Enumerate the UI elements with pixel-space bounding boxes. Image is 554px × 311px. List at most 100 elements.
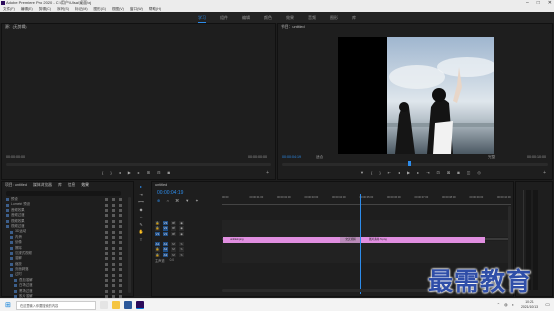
master-volume[interactable]: 0.0 [170, 258, 174, 262]
clip-image-5[interactable]: 图片素材-5.png [361, 237, 485, 243]
add-marker-icon[interactable]: ▼ [185, 198, 189, 203]
mark-in-icon[interactable]: { [371, 170, 372, 175]
nest-icon[interactable]: ⊕ [157, 198, 160, 203]
track-lock-icon[interactable]: 🔒 [155, 247, 160, 252]
track-target[interactable]: V1 [163, 231, 168, 236]
source-patch-a1[interactable]: A1 [155, 241, 160, 246]
lift-icon[interactable]: ⊡ [436, 170, 439, 175]
mute-icon[interactable]: M [171, 241, 176, 246]
eye-icon[interactable]: ◉ [179, 226, 184, 231]
audio-track-lanes[interactable] [222, 241, 511, 263]
insert-icon[interactable]: ⊞ [147, 170, 150, 175]
timeline-playhead[interactable] [360, 194, 362, 294]
source-patch-v1[interactable]: V1 [155, 231, 160, 236]
volume-icon[interactable]: ◖ [512, 302, 514, 307]
go-to-in-icon[interactable]: ⇤ [388, 170, 391, 175]
workspace-editing[interactable]: 编辑 [242, 12, 250, 23]
timeline-tab[interactable]: untitled [152, 182, 513, 189]
tab-libraries[interactable]: 库 [58, 182, 62, 189]
step-forward-icon[interactable]: ▸ [417, 170, 419, 175]
compare-icon[interactable]: ◫ [467, 170, 471, 175]
network-icon[interactable]: ◍ [504, 302, 508, 307]
solo-icon[interactable]: S [179, 241, 184, 246]
solo-icon[interactable]: S [179, 252, 184, 257]
workspace-assembly[interactable]: 组件 [220, 12, 228, 23]
tab-media-browser[interactable]: 媒体浏览器 [33, 182, 52, 189]
timeline-timecode[interactable]: 00:00:04:19 [157, 190, 183, 196]
export-frame-icon[interactable]: ◙ [168, 170, 170, 175]
program-add-button-icon[interactable]: + [543, 170, 546, 176]
step-back-icon[interactable]: ◂ [398, 170, 400, 175]
program-fit-dropdown[interactable]: 适合 [316, 155, 323, 160]
sync-icon[interactable]: ⇄ [171, 231, 176, 236]
mute-icon[interactable]: M [171, 252, 176, 257]
go-to-out-icon[interactable]: ⇥ [426, 170, 429, 175]
track-target[interactable]: A1 [163, 241, 168, 246]
mark-out-icon[interactable]: } [379, 170, 380, 175]
source-scrubber[interactable] [6, 163, 271, 166]
workspace-libraries[interactable]: 库 [352, 12, 356, 23]
snap-icon[interactable]: ∩ [166, 198, 169, 203]
play-icon[interactable]: ▶ [407, 170, 410, 175]
program-timecode-current[interactable]: 00:00:04:19 [282, 155, 301, 159]
linked-selection-icon[interactable]: ⌘ [175, 198, 179, 203]
selection-tool-icon[interactable]: ▸ [138, 184, 144, 190]
windows-start-icon[interactable]: ⊞ [5, 302, 11, 309]
premiere-taskbar-icon[interactable] [136, 301, 144, 309]
pen-tool-icon[interactable]: ✎ [138, 222, 144, 228]
file-explorer-icon[interactable] [112, 301, 120, 309]
sync-icon[interactable]: ⇄ [171, 220, 176, 225]
notification-icon[interactable]: ▭ [545, 302, 550, 308]
sync-icon[interactable]: ⇄ [171, 226, 176, 231]
overwrite-icon[interactable]: ⊟ [157, 170, 160, 175]
hand-tool-icon[interactable]: ✋ [138, 229, 144, 235]
track-target[interactable]: A2 [163, 247, 168, 252]
eye-icon[interactable]: ◉ [179, 220, 184, 225]
workspace-audio[interactable]: 音频 [308, 12, 316, 23]
eye-icon[interactable]: ◉ [179, 231, 184, 236]
tab-info[interactable]: 信息 [68, 182, 76, 189]
tab-effects[interactable]: 效果 [81, 182, 89, 189]
razor-tool-icon[interactable]: ◆ [138, 207, 144, 213]
type-tool-icon[interactable]: T [138, 237, 144, 243]
step-forward-icon[interactable]: ▸ [138, 170, 140, 175]
chevron-up-icon[interactable]: ⌃ [497, 302, 500, 307]
mark-out-icon[interactable]: } [110, 170, 111, 175]
taskbar-search-input[interactable]: 在这里输入你要搜索的内容 [16, 301, 96, 310]
ripple-edit-tool-icon[interactable]: ⟷ [138, 199, 144, 205]
workspace-effects[interactable]: 效果 [286, 12, 294, 23]
track-select-tool-icon[interactable]: ⇥ [138, 192, 144, 198]
track-lock-icon[interactable]: 🔒 [155, 252, 160, 257]
effects-search-input[interactable] [6, 191, 121, 196]
play-icon[interactable]: ▶ [128, 170, 131, 175]
program-quality-dropdown[interactable]: 完整 [488, 155, 495, 160]
wrench-icon[interactable]: ✦ [195, 198, 198, 203]
tab-project[interactable]: 项目: untitled [5, 182, 27, 189]
source-tab[interactable]: 源：(无剪辑) [2, 24, 275, 31]
word-icon[interactable] [124, 301, 132, 309]
vr-icon[interactable]: ◎ [477, 170, 481, 175]
video-track-lanes[interactable] [222, 220, 511, 237]
track-lock-icon[interactable]: 🔒 [155, 220, 160, 225]
program-scrubber[interactable] [282, 163, 548, 166]
workspace-graphics[interactable]: 图形 [330, 12, 338, 23]
export-frame-icon[interactable]: ◙ [457, 170, 459, 175]
task-view-icon[interactable] [100, 301, 108, 309]
slip-tool-icon[interactable]: ↔ [138, 214, 144, 220]
track-target[interactable]: V2 [163, 226, 168, 231]
track-target[interactable]: V3 [163, 220, 168, 225]
program-playhead-marker[interactable] [408, 161, 411, 166]
extract-icon[interactable]: ⊠ [447, 170, 450, 175]
solo-icon[interactable]: S [179, 247, 184, 252]
track-lock-icon[interactable]: 🔒 [155, 226, 160, 231]
program-tab[interactable]: 节目：untitled [278, 24, 552, 31]
workspace-learn[interactable]: 学习 [198, 12, 206, 23]
transition-cross-dissolve[interactable]: 交叉溶解 [340, 237, 361, 243]
source-add-button-icon[interactable]: + [266, 170, 269, 176]
taskbar-clock[interactable]: 10:21 2021/10/13 [521, 300, 538, 309]
marker-icon[interactable]: ▼ [360, 170, 364, 175]
timeline-ruler[interactable]: 00:00 00:00:01:00 00:00:02:00 00:00:03:00 00… [222, 194, 511, 204]
workspace-color[interactable]: 颜色 [264, 12, 272, 23]
step-back-icon[interactable]: ◂ [119, 170, 121, 175]
mute-icon[interactable]: M [171, 247, 176, 252]
